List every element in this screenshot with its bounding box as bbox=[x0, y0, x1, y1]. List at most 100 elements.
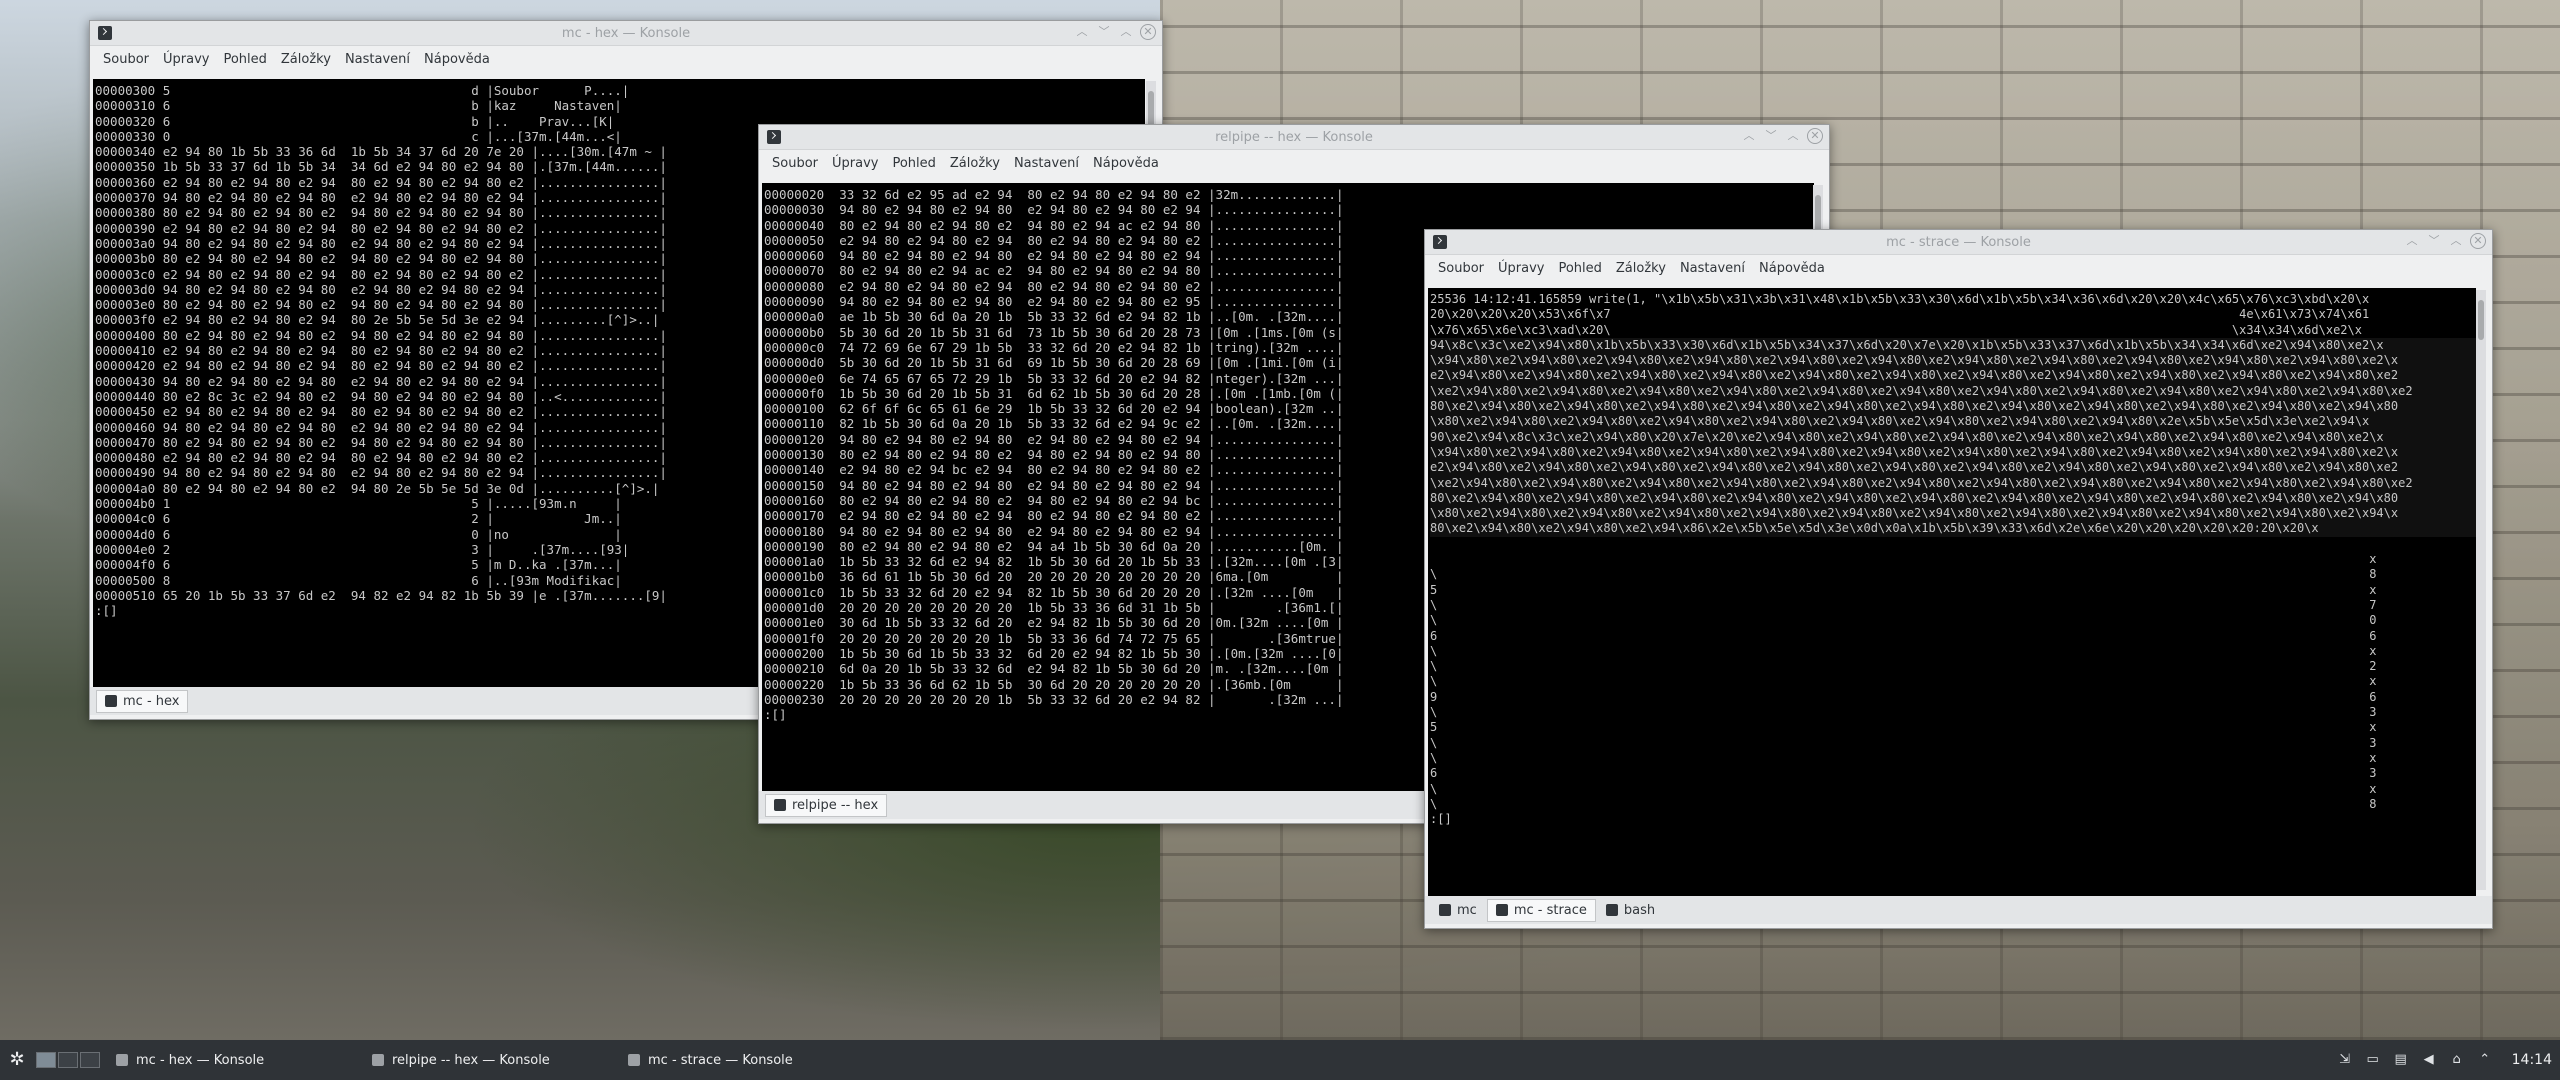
menu-nastaveni[interactable]: Nastavení bbox=[1680, 261, 1745, 276]
display-icon[interactable]: ▭ bbox=[2366, 1053, 2380, 1067]
terminal-line: \ x bbox=[1430, 750, 2377, 765]
task-mc-hex[interactable]: mc - hex — Konsole bbox=[106, 1046, 356, 1074]
maximize-icon[interactable]: ︿ bbox=[1785, 128, 1801, 144]
tab-bash[interactable]: bash bbox=[1598, 900, 1663, 921]
clock[interactable]: 14:14 bbox=[2512, 1052, 2552, 1068]
scrollbar[interactable] bbox=[2476, 290, 2486, 890]
desktop-1[interactable] bbox=[36, 1052, 56, 1068]
terminal-line: 94\x8c\x3c\xe2\x94\x80\x1b\x5b\x33\x30\x… bbox=[1430, 337, 2476, 354]
task-label: mc - strace — Konsole bbox=[648, 1052, 793, 1068]
task-label: relpipe -- hex — Konsole bbox=[392, 1052, 550, 1068]
volume-icon[interactable]: ◀ bbox=[2422, 1053, 2436, 1067]
menu-nastaveni[interactable]: Nastavení bbox=[1014, 156, 1079, 171]
terminal-line: \ 0 bbox=[1430, 613, 2377, 628]
menu-zalozky[interactable]: Záložky bbox=[1616, 261, 1666, 276]
menu-napoveda[interactable]: Nápověda bbox=[1093, 156, 1159, 171]
terminal-line: \ 3 bbox=[1430, 705, 2377, 720]
maximize-icon[interactable]: ︿ bbox=[2448, 233, 2464, 249]
menu-nastaveni[interactable]: Nastavení bbox=[345, 52, 410, 67]
terminal-icon bbox=[1439, 904, 1451, 916]
desktop-2[interactable] bbox=[58, 1052, 78, 1068]
keep-above-icon[interactable]: ︿ bbox=[2404, 233, 2420, 249]
terminal-line: \ 8 bbox=[1430, 567, 2377, 582]
terminal-line: 00000020 33 32 6d e2 95 ad e2 94 80 e2 9… bbox=[764, 187, 1344, 202]
terminal-line: 00000030 94 80 e2 94 80 e2 94 80 e2 94 8… bbox=[764, 202, 1344, 218]
tab-label: mc - hex bbox=[123, 693, 180, 709]
terminal-line: \x94\x80\xe2\x94\x80\xe2\x94\x80\xe2\x94… bbox=[1430, 444, 2476, 461]
menu-upravy[interactable]: Úpravy bbox=[1498, 261, 1544, 276]
terminal-line: 80\xe2\x94\x80\xe2\x94\x80\xe2\x94\x80\x… bbox=[1430, 399, 2476, 415]
menu-pohled[interactable]: Pohled bbox=[223, 52, 266, 67]
terminal-line: 80\xe2\x94\x80\xe2\x94\x80\xe2\x94\x80\x… bbox=[1430, 490, 2476, 507]
menu-soubor[interactable]: Soubor bbox=[772, 156, 818, 171]
close-icon[interactable]: ✕ bbox=[2470, 233, 2486, 249]
menu-pohled[interactable]: Pohled bbox=[1558, 261, 1601, 276]
terminal-line: \xe2\x94\x80\xe2\x94\x80\xe2\x94\x80\xe2… bbox=[1430, 475, 2476, 491]
terminal-line: \ 8 bbox=[1430, 796, 2377, 811]
konsole-window-mc-strace[interactable]: mc - strace — Konsole ︿ ﹀ ︿ ✕ Soubor Úpr… bbox=[1424, 229, 2493, 929]
terminal-line: 9 6 bbox=[1430, 689, 2377, 704]
tab-bar: mc mc - strace bash bbox=[1425, 896, 2492, 924]
keep-above-icon[interactable]: ︿ bbox=[1741, 128, 1757, 144]
arrow-icon[interactable]: ⇲ bbox=[2338, 1053, 2352, 1067]
menu-soubor[interactable]: Soubor bbox=[103, 52, 149, 67]
network-icon[interactable]: ⌂ bbox=[2450, 1053, 2464, 1067]
menubar: Soubor Úpravy Pohled Záložky Nastavení N… bbox=[90, 46, 1162, 72]
terminal-line: \x80\xe2\x94\x80\xe2\x94\x80\xe2\x94\x80… bbox=[1430, 506, 2476, 522]
window-title: mc - strace — Konsole bbox=[1886, 234, 2031, 250]
terminal-line: 5 x bbox=[1430, 582, 2377, 597]
task-mc-strace[interactable]: mc - strace — Konsole bbox=[618, 1046, 868, 1074]
terminal-line: \xe2\x94\x80\xe2\x94\x80\xe2\x94\x80\xe2… bbox=[1430, 383, 2476, 400]
menu-soubor[interactable]: Soubor bbox=[1438, 261, 1484, 276]
terminal-line: \ x bbox=[1430, 674, 2377, 689]
tab-mc-hex[interactable]: mc - hex bbox=[96, 689, 189, 713]
terminal-line: 20\x20\x20\x20\x53\x6f\x7 4e\x61\x73\x74… bbox=[1430, 307, 2370, 322]
terminal-icon bbox=[628, 1054, 640, 1066]
terminal-line: \ 7 bbox=[1430, 597, 2377, 612]
close-icon[interactable]: ✕ bbox=[1140, 24, 1156, 40]
terminal-line: e2\x94\x80\xe2\x94\x80\xe2\x94\x80\xe2\x… bbox=[1430, 460, 2476, 476]
expand-tray-icon[interactable]: ⌃ bbox=[2478, 1053, 2492, 1067]
terminal-line: \x76\x65\x6e\xc3\xad\x20\ \x34\x34\x6d\x… bbox=[1430, 322, 2362, 337]
minimize-icon[interactable]: ﹀ bbox=[1763, 128, 1779, 144]
menu-napoveda[interactable]: Nápověda bbox=[424, 52, 490, 67]
tab-relpipe-hex[interactable]: relpipe -- hex bbox=[765, 793, 888, 817]
minimize-icon[interactable]: ﹀ bbox=[2426, 233, 2442, 249]
minimize-icon[interactable]: ﹀ bbox=[1096, 24, 1112, 40]
titlebar[interactable]: mc - strace — Konsole ︿ ﹀ ︿ ✕ bbox=[1425, 230, 2492, 255]
menu-napoveda[interactable]: Nápověda bbox=[1759, 261, 1825, 276]
terminal-line: :[] bbox=[1430, 812, 1452, 827]
tab-mc[interactable]: mc bbox=[1431, 900, 1485, 921]
terminal-line: \ x bbox=[1430, 781, 2377, 796]
titlebar[interactable]: mc - hex — Konsole ︿ ﹀ ︿ ✕ bbox=[90, 21, 1162, 46]
desktop-3[interactable] bbox=[80, 1052, 100, 1068]
terminal-line: \x80\xe2\x94\x80\xe2\x94\x80\xe2\x94\x80… bbox=[1430, 414, 2476, 430]
maximize-icon[interactable]: ︿ bbox=[1118, 24, 1134, 40]
tab-mc-strace[interactable]: mc - strace bbox=[1486, 898, 1596, 922]
menubar: Soubor Úpravy Pohled Záložky Nastavení N… bbox=[1425, 255, 2492, 281]
app-launcher-icon[interactable]: ✲ bbox=[6, 1049, 28, 1071]
system-tray: ⇲ ▭ ▤ ◀ ⌂ ⌃ 14:14 bbox=[2338, 1040, 2552, 1080]
tab-label: bash bbox=[1623, 902, 1656, 918]
terminal-line: \x94\x80\xe2\x94\x80\xe2\x94\x80\xe2\x94… bbox=[1430, 353, 2476, 369]
keep-above-icon[interactable]: ︿ bbox=[1074, 24, 1090, 40]
menu-pohled[interactable]: Pohled bbox=[892, 156, 935, 171]
terminal-line: \ 2 bbox=[1430, 659, 2377, 674]
terminal-line: 6 3 bbox=[1430, 766, 2377, 781]
virtual-desktop-pager[interactable] bbox=[36, 1052, 100, 1068]
task-relpipe-hex[interactable]: relpipe -- hex — Konsole bbox=[362, 1046, 612, 1074]
menu-zalozky[interactable]: Záložky bbox=[281, 52, 331, 67]
window-title: relpipe -- hex — Konsole bbox=[1215, 129, 1373, 145]
terminal-line: 5 x bbox=[1430, 720, 2377, 735]
menu-upravy[interactable]: Úpravy bbox=[832, 156, 878, 171]
clipboard-icon[interactable]: ▤ bbox=[2394, 1053, 2408, 1067]
titlebar[interactable]: relpipe -- hex — Konsole ︿ ﹀ ︿ ✕ bbox=[759, 125, 1829, 150]
menu-zalozky[interactable]: Záložky bbox=[950, 156, 1000, 171]
terminal-output[interactable]: 25536 14:12:41.165859 write(1, "\x1b\x5b… bbox=[1428, 288, 2476, 896]
terminal-icon bbox=[116, 1054, 128, 1066]
terminal-line: x bbox=[1430, 552, 2377, 567]
close-icon[interactable]: ✕ bbox=[1807, 128, 1823, 144]
menu-upravy[interactable]: Úpravy bbox=[163, 52, 209, 67]
terminal-icon bbox=[372, 1054, 384, 1066]
